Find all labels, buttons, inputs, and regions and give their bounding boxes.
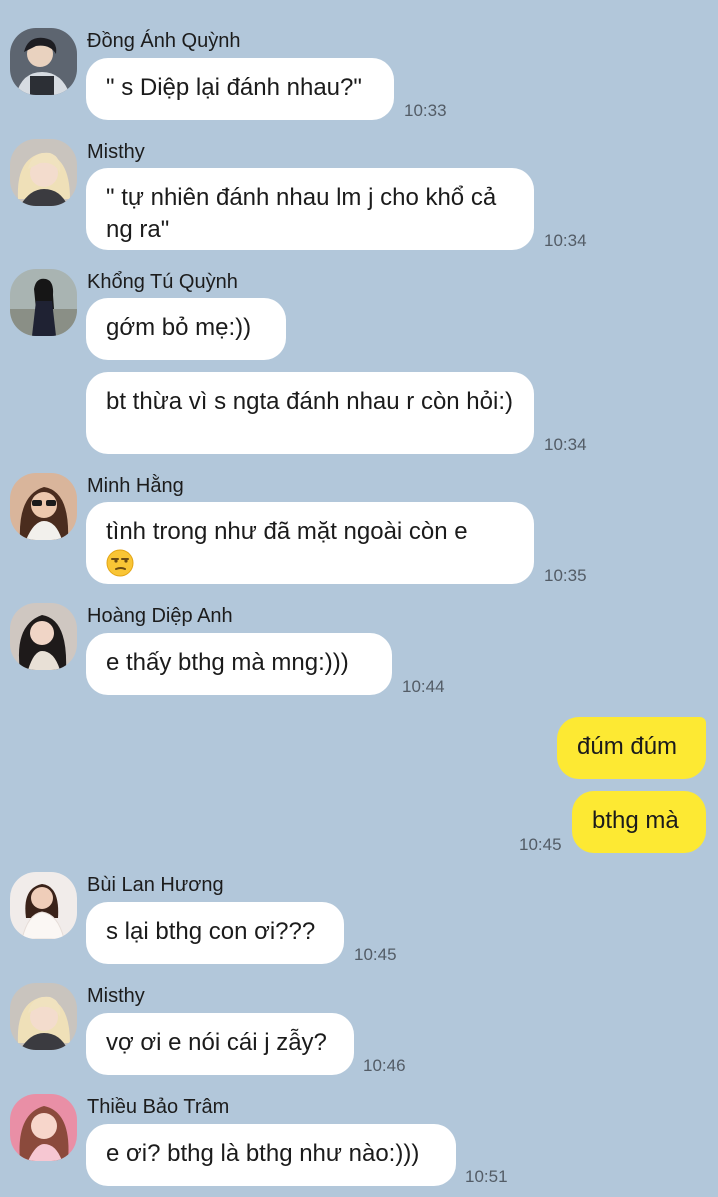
- avatar[interactable]: [10, 603, 77, 670]
- sender-name: Misthy: [87, 985, 145, 1007]
- message-bubble[interactable]: s lại bthg con ơi???: [86, 902, 344, 964]
- sender-name: Khổng Tú Quỳnh: [87, 271, 238, 293]
- avatar[interactable]: [10, 269, 77, 336]
- unamused-face-icon: [106, 549, 134, 577]
- avatar[interactable]: [10, 473, 77, 540]
- message-bubble[interactable]: e thấy bthg mà mng:))): [86, 633, 392, 695]
- message-bubble[interactable]: " tự nhiên đánh nhau lm j cho khổ cả ng …: [86, 168, 534, 250]
- sender-name: Hoàng Diệp Anh: [87, 605, 233, 627]
- message-bubble[interactable]: " s Diệp lại đánh nhau?": [86, 58, 394, 120]
- message-text: tình trong như đã mặt ngoài còn e: [106, 518, 468, 545]
- message-bubble[interactable]: bt thừa vì s ngta đánh nhau r còn hỏi:): [86, 372, 534, 454]
- message-time: 10:34: [544, 231, 587, 250]
- avatar[interactable]: [10, 872, 77, 939]
- own-message-bubble[interactable]: đúm đúm: [557, 717, 706, 779]
- message-time: 10:45: [519, 835, 562, 854]
- message-time: 10:46: [363, 1056, 406, 1075]
- message-time: 10:51: [465, 1167, 508, 1186]
- message-bubble[interactable]: gớm bỏ mẹ:)): [86, 298, 286, 360]
- sender-name: Đồng Ánh Quỳnh: [87, 30, 241, 52]
- avatar[interactable]: [10, 1094, 77, 1161]
- message-bubble[interactable]: tình trong như đã mặt ngoài còn e: [86, 502, 534, 584]
- message-time: 10:34: [544, 435, 587, 454]
- avatar[interactable]: [10, 28, 77, 95]
- sender-name: Misthy: [87, 141, 145, 163]
- message-time: 10:44: [402, 677, 445, 696]
- message-bubble[interactable]: e ơi? bthg là bthg như nào:))): [86, 1124, 456, 1186]
- sender-name: Bùi Lan Hương: [87, 874, 224, 896]
- message-time: 10:33: [404, 101, 447, 120]
- avatar[interactable]: [10, 983, 77, 1050]
- avatar[interactable]: [10, 139, 77, 206]
- sender-name: Thiều Bảo Trâm: [87, 1096, 230, 1118]
- message-bubble[interactable]: vợ ơi e nói cái j zẫy?: [86, 1013, 354, 1075]
- message-time: 10:45: [354, 945, 397, 964]
- sender-name: Minh Hằng: [87, 475, 184, 497]
- own-message-bubble[interactable]: bthg mà: [572, 791, 706, 853]
- message-time: 10:35: [544, 566, 587, 585]
